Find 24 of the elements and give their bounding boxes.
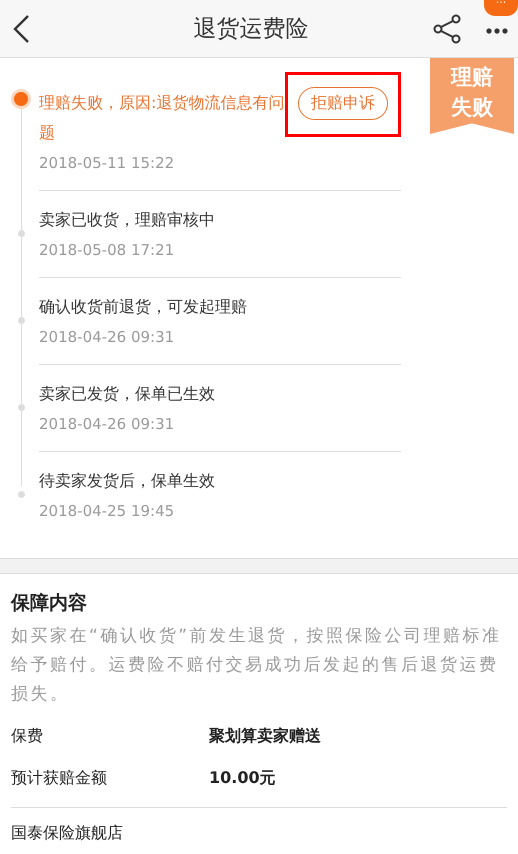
timestamp: 2018-04-26 09:31 xyxy=(39,414,176,435)
status-text: 卖家已发货，保单已生效 xyxy=(39,383,215,405)
timestamp: 2018-05-08 17:21 xyxy=(39,240,176,261)
status-text: 确认收货前退货，可发起理赔 xyxy=(39,296,247,318)
status-text: 待卖家发货后，保单生效 xyxy=(39,470,215,492)
appeal-button[interactable]: 拒赔申诉 xyxy=(298,87,388,120)
status-text: 理赔失败，原因:退货物流信息有问题 xyxy=(39,92,285,144)
field-label: 保费 xyxy=(11,725,44,747)
timestamp: 2018-05-11 15:22 xyxy=(39,153,176,174)
share-icon[interactable] xyxy=(432,14,462,44)
section-title: 保障内容 xyxy=(11,591,88,616)
timestamp: 2018-04-25 19:45 xyxy=(39,501,176,522)
status-ribbon: 理赔失败 xyxy=(430,58,514,134)
insurer-name: 国泰保险旗舰店 xyxy=(11,822,124,844)
status-text: 卖家已收货，理赔审核中 xyxy=(39,209,215,231)
page-title: 退货运费险 xyxy=(192,15,310,44)
timestamp: 2018-04-26 09:31 xyxy=(39,327,176,348)
coverage-description: 如买家在“确认收货”前发生退货，按照保险公司理赔标准给予赔付。运费险不赔付交易成功后发起的售后退货运费损失。 xyxy=(11,625,503,706)
field-value: 10.00元 xyxy=(209,767,276,789)
back-icon[interactable] xyxy=(12,14,30,44)
field-label: 预计获赔金额 xyxy=(11,767,108,789)
more-icon[interactable] xyxy=(486,28,508,34)
field-value: 聚划算卖家赠送 xyxy=(209,725,321,747)
notification-badge: ··· xyxy=(484,0,518,16)
